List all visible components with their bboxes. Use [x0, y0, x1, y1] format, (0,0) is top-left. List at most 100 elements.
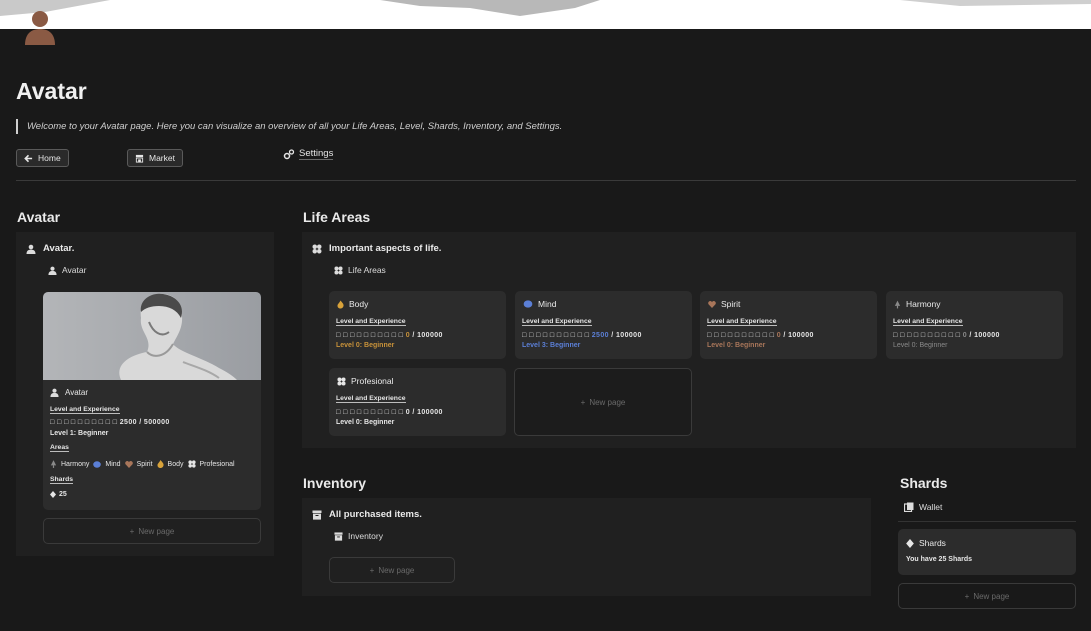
life-area-level: Level 0: Beginner — [707, 342, 766, 349]
life-area-level-exp-label: Level and Experience — [522, 318, 592, 326]
progress-boxes: □ □ □ □ □ □ □ □ □ □ — [336, 332, 404, 339]
progress-boxes: □ □ □ □ □ □ □ □ □ □ — [893, 332, 961, 339]
area-tag-profesional: Profesional — [199, 460, 235, 468]
avatar-new-page-label: New page — [138, 526, 175, 536]
clover-icon — [334, 265, 343, 275]
plus-icon: + — [580, 397, 586, 407]
life-area-level: Level 3: Beginner — [522, 342, 581, 349]
page-title: Avatar — [16, 78, 87, 104]
life-area-card-harmony[interactable]: Harmony Level and Experience □ □ □ □ □ □… — [886, 291, 1063, 359]
avatar-section-heading: Avatar — [17, 209, 61, 225]
life-area-card-spirit[interactable]: Spirit Level and Experience □ □ □ □ □ □ … — [700, 291, 877, 359]
page-icon[interactable] — [22, 8, 58, 45]
progress-current: 2500 — [591, 332, 609, 339]
life-area-card-title: Profesional — [337, 376, 394, 386]
avatar-new-page-button[interactable]: + New page — [43, 518, 261, 544]
diamond-icon — [50, 491, 56, 498]
person-icon — [50, 388, 59, 397]
wallet-icon — [904, 502, 914, 512]
life-area-name: Spirit — [721, 299, 741, 309]
wallet-view-tab[interactable]: Wallet — [904, 502, 942, 512]
clover-icon — [187, 460, 196, 468]
progress-total: / 100000 — [783, 332, 814, 339]
heart-icon — [708, 300, 716, 308]
fire-icon — [157, 460, 164, 468]
life-area-card-title: Spirit — [708, 299, 740, 309]
progress-current: 0 — [776, 332, 782, 339]
brain-icon — [93, 460, 102, 468]
settings-link[interactable]: Settings — [283, 148, 334, 160]
avatar-database-title[interactable]: Avatar. — [26, 243, 74, 254]
archive-box-icon — [312, 510, 322, 520]
inventory-new-page-button[interactable]: + New page — [329, 557, 455, 583]
plus-icon: + — [964, 591, 970, 601]
life-area-level-exp-label: Level and Experience — [893, 318, 963, 326]
life-area-card-title: Harmony — [894, 299, 940, 309]
life-area-level-exp-label: Level and Experience — [336, 395, 406, 403]
brain-icon — [523, 300, 533, 308]
avatar-card[interactable]: Avatar Level and Experience □ □ □ □ □ □ … — [43, 292, 261, 510]
progress-boxes: □ □ □ □ □ □ □ □ □ □ — [522, 332, 590, 339]
life-areas-view-tab[interactable]: Life Areas — [334, 265, 386, 275]
wallet-view-label: Wallet — [919, 502, 943, 512]
wallet-tab-underline — [898, 521, 1076, 522]
person-icon — [26, 244, 36, 254]
shards-card[interactable]: Shards You have 25 Shards — [898, 529, 1076, 575]
fire-icon — [337, 300, 344, 309]
progress-boxes: □ □ □ □ □ □ □ □ □ □ — [707, 332, 775, 339]
archive-box-icon — [334, 531, 343, 541]
avatar-card-title: Avatar — [50, 388, 88, 397]
inventory-database-title[interactable]: All purchased items. — [312, 509, 422, 520]
tree-icon — [894, 300, 901, 309]
page-description: Welcome to your Avatar page. Here you ca… — [16, 119, 562, 134]
life-area-card-body[interactable]: Body Level and Experience □ □ □ □ □ □ □ … — [329, 291, 506, 359]
avatar-progress: □ □ □ □ □ □ □ □ □ □ 2500 / 500000 — [50, 419, 170, 426]
life-area-level: Level 0: Beginner — [893, 342, 948, 349]
avatar-view-tab[interactable]: Avatar — [48, 265, 86, 275]
life-area-progress: □ □ □ □ □ □ □ □ □ □ 0 / 100000 — [336, 332, 443, 339]
plus-icon: + — [369, 565, 375, 575]
divider — [16, 180, 1076, 181]
home-button-label: Home — [38, 153, 61, 163]
area-tag-harmony: Harmony — [61, 460, 90, 468]
market-button[interactable]: Market — [127, 149, 183, 167]
life-area-card-mind[interactable]: Mind Level and Experience □ □ □ □ □ □ □ … — [515, 291, 692, 359]
clover-icon — [337, 376, 346, 386]
life-area-name: Profesional — [351, 376, 394, 386]
avatar-card-title-text: Avatar — [65, 388, 88, 397]
life-area-card-profesional[interactable]: Profesional Level and Experience □ □ □ □… — [329, 368, 506, 436]
avatar-database-title-text: Avatar. — [43, 243, 75, 254]
progress-total: / 100000 — [969, 332, 1000, 339]
life-area-level: Level 0: Beginner — [336, 419, 395, 426]
cover-image — [0, 0, 1091, 16]
inventory-view-label: Inventory — [348, 531, 383, 541]
life-areas-section-heading: Life Areas — [303, 209, 371, 225]
progress-current: 0 — [962, 332, 968, 339]
clover-icon — [312, 244, 322, 254]
avatar-areas-list: Harmony Mind Spirit Body Profesional — [50, 460, 235, 468]
avatar-areas-label: Areas — [50, 444, 69, 452]
inventory-section-heading: Inventory — [303, 475, 367, 491]
area-tag-body: Body — [167, 460, 184, 468]
life-area-name: Mind — [538, 299, 557, 309]
tree-icon — [50, 460, 57, 468]
avatar-shards-number: 25 — [59, 491, 67, 498]
shards-section-heading: Shards — [900, 475, 948, 491]
plus-icon: + — [129, 526, 135, 536]
life-areas-database-title[interactable]: Important aspects of life. — [312, 243, 441, 254]
life-areas-new-page-button[interactable]: + New page — [514, 368, 692, 436]
life-area-name: Body — [349, 299, 369, 309]
progress-current: 0 — [405, 332, 411, 339]
shards-card-text: You have 25 Shards — [906, 556, 973, 563]
life-area-level: Level 0: Beginner — [336, 342, 395, 349]
inventory-view-tab[interactable]: Inventory — [334, 531, 383, 541]
page-cover — [0, 0, 1091, 29]
life-area-level-exp-label: Level and Experience — [336, 318, 406, 326]
life-area-progress: □ □ □ □ □ □ □ □ □ □ 0 / 100000 — [336, 409, 443, 416]
life-area-progress: □ □ □ □ □ □ □ □ □ □ 2500 / 100000 — [522, 332, 642, 339]
life-areas-database-title-text: Important aspects of life. — [329, 243, 442, 254]
progress-current: 0 — [405, 409, 411, 416]
home-button[interactable]: Home — [16, 149, 69, 167]
shards-new-page-button[interactable]: + New page — [898, 583, 1076, 609]
area-tag-spirit: Spirit — [136, 460, 153, 468]
